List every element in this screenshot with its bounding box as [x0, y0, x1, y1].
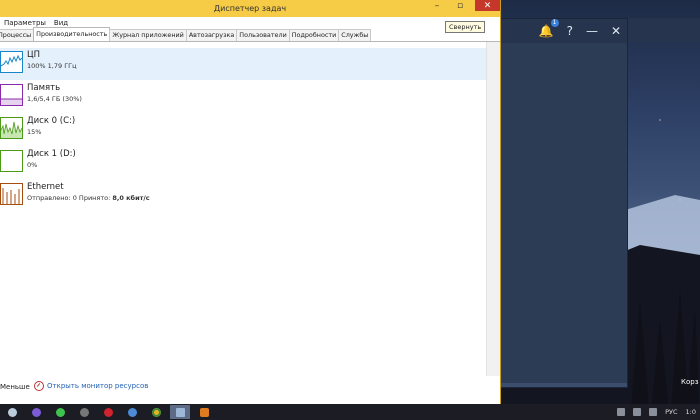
resource-disk-0[interactable]: Диск 0 (C:) 15% — [0, 114, 486, 146]
clock[interactable]: 1:0 — [686, 408, 696, 416]
resource-disk-1[interactable]: Диск 1 (D:) 0% — [0, 147, 486, 179]
chrome-icon[interactable] — [149, 405, 163, 419]
memory-graph-thumbnail — [0, 84, 23, 106]
resource-value: Отправлено: 0 Принято: 8,0 кбит/с — [27, 194, 150, 202]
media-icon[interactable] — [77, 405, 91, 419]
task-manager-icon[interactable] — [170, 405, 190, 419]
cortana-icon[interactable] — [29, 405, 43, 419]
tab-processes[interactable]: Процессы — [0, 29, 35, 41]
close-button[interactable]: ✕ — [475, 0, 500, 11]
resource-cpu[interactable]: ЦП 100% 1,79 ГГц — [0, 48, 486, 80]
recorder-icon[interactable] — [101, 405, 115, 419]
resource-value: 0% — [27, 161, 38, 169]
background-window-titlebar — [628, 18, 700, 42]
background-app-window[interactable]: 🔔 1 ? — ✕ — [500, 18, 628, 388]
resource-name: Диск 0 (C:) — [27, 116, 76, 126]
resource-memory[interactable]: Память 1,6/5,4 ГБ (30%) — [0, 81, 486, 113]
title-bar[interactable]: Диспетчер задач – ▫ ✕ — [0, 0, 500, 17]
resource-name: Ethernet — [27, 182, 64, 192]
disk0-graph-thumbnail — [0, 117, 23, 139]
tab-users[interactable]: Пользователи — [236, 29, 290, 41]
tab-services[interactable]: Службы — [338, 29, 372, 41]
minimize-button[interactable]: – — [431, 0, 443, 11]
resource-monitor-icon — [34, 381, 44, 391]
help-icon[interactable]: ? — [567, 24, 573, 38]
resource-name: Память — [27, 83, 61, 93]
menu-item-options[interactable]: Параметры — [0, 19, 50, 27]
tab-performance[interactable]: Производительность — [33, 27, 111, 41]
footer: Меньше Открыть монитор ресурсов — [0, 376, 499, 404]
taskbar: РУС 1:0 — [0, 404, 700, 420]
system-tray: РУС 1:0 — [617, 404, 700, 420]
fewer-details-button[interactable]: Меньше — [0, 383, 30, 391]
network-icon[interactable] — [617, 408, 626, 416]
notification-icon[interactable]: 🔔 1 — [539, 19, 559, 38]
tab-details[interactable]: Подробности — [288, 29, 340, 41]
resource-list: ЦП 100% 1,79 ГГц Память 1,6/5,4 ГБ (30%)… — [0, 42, 486, 376]
resource-ethernet[interactable]: Ethernet Отправлено: 0 Принято: 8,0 кбит… — [0, 180, 486, 212]
task-manager-window: Диспетчер задач – ▫ ✕ Свернуть Параметры… — [0, 0, 501, 404]
resource-value: 1,6/5,4 ГБ (30%) — [27, 95, 82, 103]
tab-startup[interactable]: Автозагрузка — [185, 29, 238, 41]
vertical-scrollbar[interactable] — [486, 42, 500, 376]
ethernet-graph-thumbnail — [0, 183, 23, 205]
resource-value: 15% — [27, 128, 42, 136]
close-icon[interactable]: ✕ — [611, 24, 621, 38]
language-indicator[interactable]: РУС — [665, 408, 677, 416]
window-title: Диспетчер задач — [213, 4, 287, 13]
volume-icon[interactable] — [633, 408, 642, 416]
minimize-tooltip: Свернуть — [445, 21, 486, 33]
disk1-graph-thumbnail — [0, 150, 23, 172]
search-icon[interactable] — [5, 405, 19, 419]
open-resource-monitor-link[interactable]: Открыть монитор ресурсов — [34, 381, 148, 391]
desktop-icon-label[interactable]: Корз — [681, 378, 698, 386]
resource-value: 100% 1,79 ГГц — [27, 62, 77, 70]
browser-icon[interactable] — [125, 405, 139, 419]
battery-icon[interactable] — [649, 408, 658, 416]
menu-item-view[interactable]: Вид — [50, 19, 72, 27]
resource-name: Диск 1 (D:) — [27, 149, 76, 159]
cpu-graph-thumbnail — [0, 51, 23, 73]
maximize-button[interactable]: ▫ — [454, 0, 466, 11]
minimize-icon[interactable]: — — [586, 24, 598, 38]
notification-badge: 1 — [550, 19, 559, 27]
tab-strip: Процессы Производительность Журнал прило… — [0, 27, 500, 42]
whatsapp-icon[interactable] — [53, 405, 67, 419]
tab-app-history[interactable]: Журнал приложений — [109, 29, 187, 41]
resource-name: ЦП — [27, 50, 40, 60]
open-resource-monitor-label: Открыть монитор ресурсов — [47, 382, 149, 390]
app-icon[interactable] — [197, 405, 211, 419]
